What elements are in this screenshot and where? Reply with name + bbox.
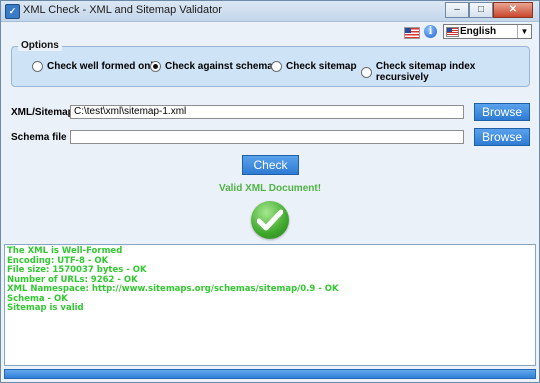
radio-button-icon[interactable] <box>150 61 161 72</box>
radio-sitemap-index[interactable]: Check sitemap index recursively <box>361 61 529 83</box>
radio-button-icon[interactable] <box>361 66 372 78</box>
radio-label: Check well formed only <box>47 61 159 72</box>
radio-label: Check sitemap index recursively <box>375 61 476 83</box>
result-message: Valid XML Document! <box>218 183 322 194</box>
title-bar[interactable]: ✓ XML Check - XML and Sitemap Validator … <box>1 1 539 22</box>
window-controls: – □ ✕ <box>445 2 533 19</box>
log-line: XML Namespace: http://www.sitemaps.org/s… <box>7 284 339 294</box>
check-button[interactable]: Check <box>242 155 299 175</box>
maximize-button[interactable]: □ <box>469 2 493 18</box>
schema-file-label: Schema file <box>11 132 67 143</box>
radio-button-icon[interactable] <box>32 61 43 72</box>
chevron-down-icon[interactable]: ▼ <box>517 25 531 38</box>
xml-sitemap-input[interactable]: C:\test\xml\sitemap-1.xml <box>70 105 464 119</box>
radio-sitemap[interactable]: Check sitemap <box>271 61 357 72</box>
info-icon[interactable]: i <box>424 25 437 38</box>
browse-xml-button[interactable]: Browse <box>474 103 530 121</box>
english-flag-icon <box>446 27 459 37</box>
options-group: Options Check well formed only Check aga… <box>11 40 530 87</box>
us-flag-icon[interactable] <box>404 27 420 39</box>
radio-well-formed[interactable]: Check well formed only <box>32 61 159 72</box>
radio-button-icon[interactable] <box>271 61 282 72</box>
radio-label: Check sitemap <box>286 61 357 72</box>
xml-sitemap-label: XML/Sitemap <box>11 107 74 118</box>
app-icon: ✓ <box>5 4 20 19</box>
log-line: Schema - OK <box>7 293 68 304</box>
language-selected: English <box>460 26 497 37</box>
log-line: Sitemap is valid <box>7 303 84 313</box>
success-check-icon <box>251 201 289 239</box>
app-window: ✓ XML Check - XML and Sitemap Validator … <box>0 0 540 383</box>
minimize-button[interactable]: – <box>445 2 469 18</box>
radio-label: Check against schema <box>165 61 273 72</box>
close-button[interactable]: ✕ <box>493 2 533 18</box>
browse-schema-button[interactable]: Browse <box>474 128 530 146</box>
window-title: XML Check - XML and Sitemap Validator <box>23 4 222 16</box>
radio-schema[interactable]: Check against schema <box>150 61 273 72</box>
log-output[interactable]: The XML is Well-Formed Encoding: UTF-8 -… <box>4 244 536 366</box>
schema-file-input[interactable] <box>70 130 464 144</box>
progress-bar <box>4 369 536 379</box>
language-select[interactable]: English ▼ <box>443 24 532 39</box>
options-legend: Options <box>18 40 62 51</box>
